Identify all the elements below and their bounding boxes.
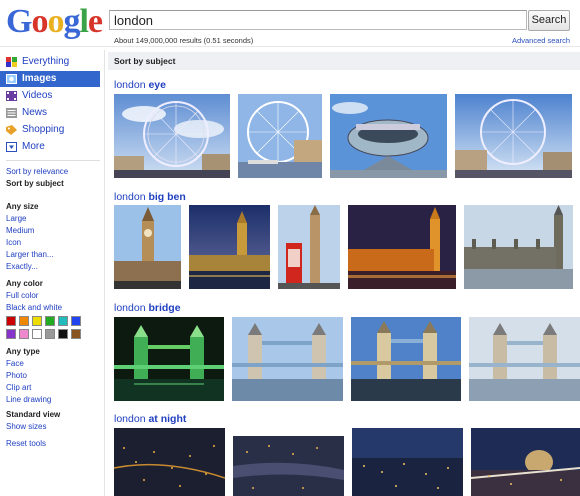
nav-images[interactable]: Images <box>0 71 100 87</box>
color-swatch[interactable] <box>6 329 16 339</box>
color-swatch[interactable] <box>58 316 68 326</box>
type-photo-link[interactable]: Photo <box>6 371 27 381</box>
image-thumbnail[interactable] <box>471 428 580 496</box>
reset-tools-link[interactable]: Reset tools <box>6 439 46 449</box>
image-thumbnail[interactable] <box>114 205 181 289</box>
videos-icon <box>6 91 17 101</box>
type-clipart-link[interactable]: Clip art <box>6 383 31 393</box>
type-linedrawing-link[interactable]: Line drawing <box>6 395 51 405</box>
advanced-search-link[interactable]: Advanced search <box>512 36 570 45</box>
image-thumbnail[interactable] <box>348 205 456 289</box>
image-thumbnail[interactable] <box>455 94 572 178</box>
nav-label: Everything <box>22 56 70 67</box>
color-swatch[interactable] <box>6 316 16 326</box>
logo-letter: G <box>6 3 32 40</box>
group-title-bridge[interactable]: london bridge <box>114 302 181 314</box>
color-swatch[interactable] <box>19 316 29 326</box>
size-exactly-link[interactable]: Exactly... <box>6 262 38 272</box>
header-divider <box>0 46 580 47</box>
group-prefix: london <box>114 302 146 314</box>
image-thumbnail[interactable] <box>232 317 343 401</box>
image-thumbnail[interactable] <box>238 94 322 178</box>
size-large-link[interactable]: Large <box>6 214 26 224</box>
more-icon <box>6 142 17 152</box>
nav-label: News <box>22 107 48 118</box>
show-sizes-link[interactable]: Show sizes <box>6 422 46 432</box>
image-thumbnail[interactable] <box>464 205 573 289</box>
sort-bar: Sort by subject <box>108 52 580 70</box>
image-thumbnail[interactable] <box>233 436 344 496</box>
sidebar-separator <box>104 50 105 496</box>
size-heading: Any size <box>6 202 39 211</box>
image-thumbnail[interactable] <box>469 317 580 401</box>
group-title-eye[interactable]: london eye <box>114 79 166 91</box>
group-prefix: london <box>114 413 146 425</box>
group-prefix: london <box>114 79 146 91</box>
logo-letter: o <box>31 3 48 40</box>
google-logo[interactable]: Google <box>6 2 103 42</box>
color-swatch[interactable] <box>45 316 55 326</box>
group-subject: big ben <box>148 191 186 203</box>
image-thumbnail[interactable] <box>114 428 225 496</box>
shopping-icon <box>6 125 17 135</box>
image-thumbnail[interactable] <box>114 94 230 178</box>
view-heading: Standard view <box>6 410 61 419</box>
type-face-link[interactable]: Face <box>6 359 24 369</box>
sort-subject-current: Sort by subject <box>6 179 64 188</box>
news-icon <box>6 108 17 118</box>
color-swatch[interactable] <box>45 329 55 339</box>
color-swatch[interactable] <box>32 329 42 339</box>
group-subject: bridge <box>148 302 181 314</box>
everything-icon <box>6 57 17 67</box>
color-bw-link[interactable]: Black and white <box>6 303 62 313</box>
sidebar: Everything Images Videos News Shopping M… <box>0 54 104 496</box>
nav-videos[interactable]: Videos <box>0 88 100 104</box>
search-input[interactable]: london <box>109 10 527 30</box>
nav-shopping[interactable]: Shopping <box>0 122 100 138</box>
group-subject: at night <box>148 413 187 425</box>
nav-label: Images <box>22 73 57 84</box>
image-thumbnail[interactable] <box>189 205 270 289</box>
nav-label: More <box>22 141 45 152</box>
group-prefix: london <box>114 191 146 203</box>
size-medium-link[interactable]: Medium <box>6 226 34 236</box>
search-button[interactable]: Search <box>528 10 570 31</box>
nav-everything[interactable]: Everything <box>0 54 100 70</box>
color-full-link[interactable]: Full color <box>6 291 38 301</box>
nav-label: Shopping <box>22 124 65 135</box>
result-stats: About 149,000,000 results (0.51 seconds) <box>114 36 254 45</box>
logo-letter: l <box>79 3 89 40</box>
color-swatch[interactable] <box>19 329 29 339</box>
image-thumbnail[interactable] <box>351 317 461 401</box>
group-title-big-ben[interactable]: london big ben <box>114 191 186 203</box>
logo-letter: e <box>87 3 103 40</box>
logo-letter: o <box>47 3 64 40</box>
image-thumbnail[interactable] <box>330 94 447 178</box>
color-swatch[interactable] <box>71 316 81 326</box>
size-larger-than-link[interactable]: Larger than... <box>6 250 54 260</box>
image-thumbnail[interactable] <box>114 317 224 401</box>
images-icon <box>6 74 17 84</box>
image-thumbnail[interactable] <box>352 428 463 496</box>
group-title-night[interactable]: london at night <box>114 413 186 425</box>
type-heading: Any type <box>6 347 40 356</box>
sort-relevance-link[interactable]: Sort by relevance <box>6 167 68 177</box>
nav-news[interactable]: News <box>0 105 100 121</box>
group-subject: eye <box>148 79 166 91</box>
image-thumbnail[interactable] <box>278 205 340 289</box>
nav-label: Videos <box>22 90 53 101</box>
logo-letter: g <box>63 3 80 40</box>
size-icon-link[interactable]: Icon <box>6 238 21 248</box>
color-swatch[interactable] <box>71 329 81 339</box>
color-swatch[interactable] <box>32 316 42 326</box>
nav-more[interactable]: More <box>0 139 100 155</box>
sidebar-divider <box>6 160 100 161</box>
color-swatch[interactable] <box>58 329 68 339</box>
color-heading: Any color <box>6 279 43 288</box>
